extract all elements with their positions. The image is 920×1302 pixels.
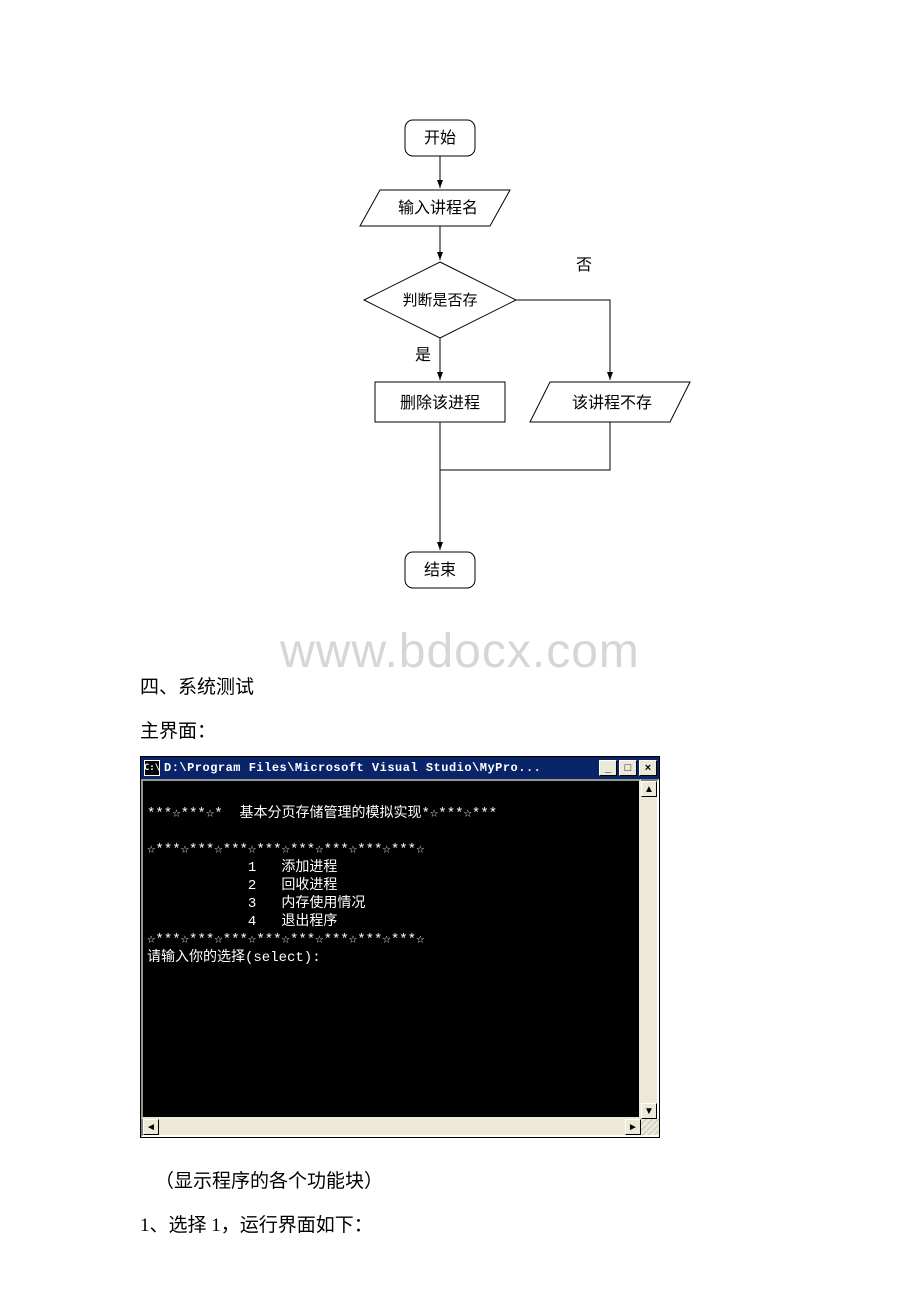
caption-functions: （显示程序的各个功能块） bbox=[155, 1166, 383, 1193]
size-grip[interactable] bbox=[641, 1119, 659, 1135]
client-area: ***☆***☆* 基本分页存储管理的模拟实现*☆***☆*** ☆***☆**… bbox=[141, 779, 659, 1137]
watermark-text: www.bdocx.com bbox=[0, 624, 920, 679]
scroll-left-button[interactable]: ◄ bbox=[143, 1119, 159, 1135]
step-select-1: 1、选择 1，运行界面如下： bbox=[140, 1210, 373, 1237]
window-title: D:\Program Files\Microsoft Visual Studio… bbox=[164, 761, 597, 775]
scroll-down-button[interactable]: ▼ bbox=[641, 1103, 657, 1119]
section-heading: 四、系统测试 bbox=[140, 672, 254, 699]
vertical-scrollbar[interactable]: ▲ ▼ bbox=[641, 779, 659, 1119]
terminal-output: ***☆***☆* 基本分页存储管理的模拟实现*☆***☆*** ☆***☆**… bbox=[141, 779, 641, 1119]
flowchart: 开始 输入讲程名 判断是否存 否 是 删除该进程 该讲程不存 结束 bbox=[290, 110, 710, 620]
titlebar: C:\ D:\Program Files\Microsoft Visual St… bbox=[141, 757, 659, 779]
maximize-button[interactable]: □ bbox=[619, 760, 637, 776]
scroll-right-button[interactable]: ► bbox=[625, 1119, 641, 1135]
horizontal-scrollbar[interactable]: ◄ ► bbox=[141, 1119, 659, 1137]
flow-end: 结束 bbox=[424, 561, 456, 579]
minimize-button[interactable]: _ bbox=[599, 760, 617, 776]
console-window: C:\ D:\Program Files\Microsoft Visual St… bbox=[140, 756, 660, 1138]
hscroll-track[interactable] bbox=[159, 1119, 625, 1135]
flow-no: 否 bbox=[576, 257, 592, 274]
flowchart-svg: 开始 输入讲程名 判断是否存 否 是 删除该进程 该讲程不存 结束 bbox=[290, 110, 710, 620]
close-button[interactable]: × bbox=[639, 760, 657, 776]
flow-start: 开始 bbox=[424, 129, 456, 147]
app-icon: C:\ bbox=[144, 760, 160, 776]
flow-yes: 是 bbox=[415, 347, 431, 364]
flow-decision: 判断是否存 bbox=[402, 292, 477, 309]
flow-input: 输入讲程名 bbox=[398, 199, 478, 217]
vscroll-track[interactable] bbox=[641, 797, 657, 1103]
scroll-up-button[interactable]: ▲ bbox=[641, 781, 657, 797]
main-interface-label: 主界面： bbox=[140, 716, 216, 743]
flow-delete: 删除该进程 bbox=[400, 394, 480, 412]
flow-notexist: 该讲程不存 bbox=[572, 394, 652, 412]
